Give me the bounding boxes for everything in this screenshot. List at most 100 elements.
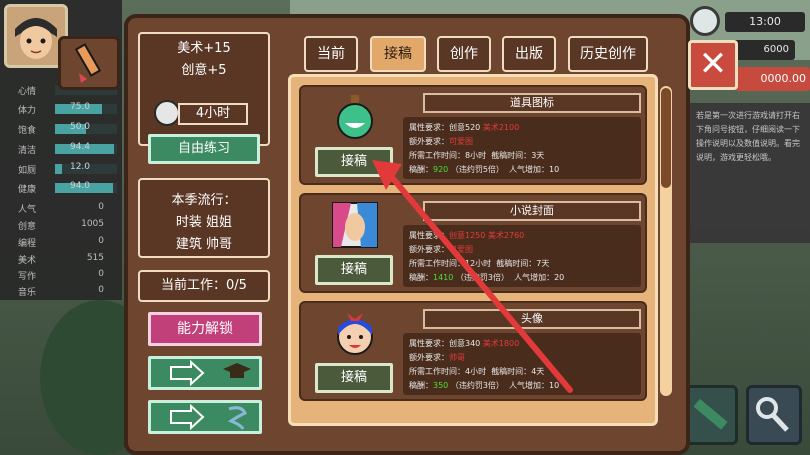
attr-value: 515 xyxy=(86,253,104,263)
ability-unlock-button[interactable]: 能力解锁 xyxy=(148,312,262,346)
attr-label: 创意 xyxy=(18,222,37,232)
trend-line-2: 建筑 帅哥 xyxy=(175,237,233,252)
pop-gain: 10 xyxy=(549,165,560,174)
stat-value: 94.4 xyxy=(69,142,91,152)
job-title: 道具图标 xyxy=(423,93,641,113)
tab-current[interactable]: 当前 xyxy=(304,36,358,72)
penalty: （违约罚5倍） xyxy=(450,165,504,174)
stat-value: 94.0 xyxy=(69,181,91,191)
list-item: 道具图标 属性要求：创意520 美术2100 额外要求：可爱图 所需工作时间：8… xyxy=(299,85,647,185)
practice-card: 美术+15 创意+5 xyxy=(138,32,270,146)
pop-label: 人气增加： xyxy=(509,381,550,390)
potion-icon xyxy=(337,95,373,139)
pop-label: 人气增加： xyxy=(509,165,550,174)
practice-timer: 4小时 xyxy=(154,100,254,126)
stat-value: 12.0 xyxy=(69,162,91,172)
stat-value: 50.0 xyxy=(69,122,91,132)
reward: 920 xyxy=(433,165,449,174)
time-label: 所需工作时间： xyxy=(409,151,465,160)
stat-hunger: 饱食 50.0 xyxy=(0,121,122,137)
deadline-label: 截稿时间： xyxy=(496,259,537,268)
attr-writing: 写作 0 xyxy=(0,267,122,283)
clock-icon xyxy=(690,6,720,36)
req-label: 属性要求： xyxy=(409,123,449,132)
avatar-face-icon xyxy=(7,7,65,65)
stat-stamina: 体力 75.0 xyxy=(0,101,122,117)
stat-clean: 清洁 94.4 xyxy=(0,141,122,157)
arrow-graduation-icon xyxy=(170,359,251,387)
reward-label: 稿酬： xyxy=(409,273,433,282)
wrench-tool-button[interactable] xyxy=(746,385,802,445)
stat-label: 清洁 xyxy=(18,146,37,156)
extra-label: 额外要求： xyxy=(409,137,449,146)
attr-value: 0 xyxy=(98,269,104,279)
stat-label: 饱食 xyxy=(18,126,37,136)
pop-gain: 20 xyxy=(554,273,565,282)
pop-gain: 10 xyxy=(549,381,560,390)
work-time: 8小时 xyxy=(465,151,487,160)
attr-value: 0 xyxy=(98,202,104,212)
accept-button[interactable]: 接稿 xyxy=(315,147,393,177)
scrollbar-thumb[interactable] xyxy=(661,88,671,188)
extra-label: 额外要求： xyxy=(409,245,449,254)
attr-label: 音乐 xyxy=(18,288,37,298)
attr-music: 音乐 0 xyxy=(0,283,122,299)
free-practice-button[interactable]: 自由练习 xyxy=(148,134,260,164)
tab-create[interactable]: 创作 xyxy=(437,36,491,72)
attr-label: 编程 xyxy=(18,239,37,249)
wrench-icon xyxy=(756,397,789,432)
penalty: （违约罚3倍） xyxy=(455,273,509,282)
extra-requirement: 可爱图 xyxy=(449,137,473,146)
time-label: 所需工作时间： xyxy=(409,367,465,376)
pencil-icon xyxy=(693,398,728,430)
stopwatch-icon xyxy=(154,100,180,126)
avatar-portrait-icon xyxy=(337,313,373,355)
current-work-label: 当前工作：0/5 xyxy=(161,278,247,293)
attr-label: 写作 xyxy=(18,272,37,282)
study-button[interactable] xyxy=(148,356,262,390)
time-label: 所需工作时间： xyxy=(409,259,465,268)
trend-title: 本季流行： xyxy=(171,193,237,208)
brush-icon-box xyxy=(58,36,120,90)
stat-label: 心情 xyxy=(18,87,37,97)
attr-value: 0 xyxy=(98,285,104,295)
accept-button[interactable]: 接稿 xyxy=(315,255,393,285)
accept-button[interactable]: 接稿 xyxy=(315,363,393,393)
practice-bonus-creativity: 创意+5 xyxy=(181,63,227,78)
tab-history[interactable]: 历史创作 xyxy=(568,36,648,72)
list-item: 小说封面 属性要求：创意1250 美术2760 额外要求：可爱图 所需工作时间：… xyxy=(299,193,647,293)
extra-label: 额外要求： xyxy=(409,353,449,362)
req-art: 美术2760 xyxy=(487,231,525,240)
job-list-scrollbar[interactable] xyxy=(660,86,672,396)
reward: 1410 xyxy=(433,273,454,282)
reward: 350 xyxy=(433,381,449,390)
extra-requirement: 帅哥 xyxy=(449,353,465,362)
close-button[interactable]: ✕ xyxy=(688,40,738,90)
reward-label: 稿酬： xyxy=(409,165,433,174)
attr-label: 美术 xyxy=(18,256,37,266)
game-time: 13:00 xyxy=(725,12,805,32)
req-creativity: 创意340 xyxy=(449,339,481,348)
job-detail: 属性要求：创意340 美术1800 额外要求：帅哥 所需工作时间：4小时 截稿时… xyxy=(403,333,641,395)
req-art: 美术2100 xyxy=(482,123,520,132)
req-creativity: 创意520 xyxy=(449,123,481,132)
req-art: 美术1800 xyxy=(482,339,520,348)
stat-value: 75.0 xyxy=(69,102,91,112)
deadline: 3天 xyxy=(531,151,545,160)
attr-programming: 编程 0 xyxy=(0,234,122,250)
req-label: 属性要求： xyxy=(409,339,449,348)
job-detail: 属性要求：创意520 美术2100 额外要求：可爱图 所需工作时间：8小时 截稿… xyxy=(403,117,641,179)
deadline-label: 截稿时间： xyxy=(491,367,532,376)
money-display-secondary: 0000.00 xyxy=(735,67,810,91)
attr-value: 0 xyxy=(98,236,104,246)
trend-line-1: 时装 姐姐 xyxy=(175,215,233,230)
reward-label: 稿酬： xyxy=(409,381,433,390)
tab-commission[interactable]: 接稿 xyxy=(370,36,426,72)
req-label: 属性要求： xyxy=(409,231,449,240)
deadline: 7天 xyxy=(536,259,550,268)
material-button[interactable] xyxy=(148,400,262,434)
commission-window: 美术+15 创意+5 4小时 自由练习 本季流行： 时装 姐姐 建筑 帅哥 当前… xyxy=(124,14,690,455)
tab-publish[interactable]: 出版 xyxy=(502,36,556,72)
work-time: 12小时 xyxy=(465,259,492,268)
hint-text: 若是第一次进行游戏请打开右下角问号按钮，仔细阅读一下操作说明以及数值说明。看完说… xyxy=(690,103,810,243)
